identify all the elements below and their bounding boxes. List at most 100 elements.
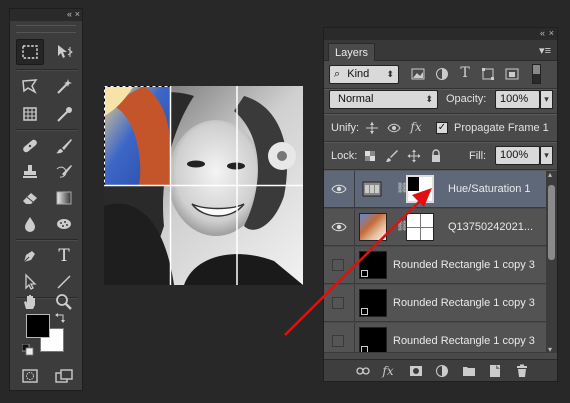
lock-label: Lock: — [331, 150, 358, 162]
magic-wand-tool[interactable] — [50, 73, 78, 99]
eraser-tool[interactable] — [16, 185, 44, 211]
mask-link-icon[interactable]: ⛓ — [396, 221, 409, 234]
clone-stamp-tool[interactable] — [16, 159, 44, 185]
add-mask-icon[interactable] — [409, 364, 423, 378]
propagate-frame-checkbox[interactable]: ✓ — [436, 122, 448, 134]
collapse-panel-icon[interactable]: « — [67, 9, 72, 19]
blend-mode-dropdown[interactable]: Normal ⬍ — [329, 90, 438, 109]
fill-label: Fill: — [469, 150, 487, 162]
opacity-input[interactable]: 100% — [495, 90, 540, 109]
dodge-tool[interactable] — [50, 211, 78, 237]
move-icon — [58, 45, 73, 58]
filter-shape-icon[interactable] — [480, 66, 496, 82]
lasso-tool[interactable] — [16, 73, 44, 99]
history-brush-tool[interactable] — [50, 159, 78, 185]
layer-name[interactable]: Q13750242021... — [448, 221, 533, 233]
lock-image-icon[interactable] — [384, 148, 400, 164]
layer-name[interactable]: Rounded Rectangle 1 copy 3 — [393, 335, 535, 347]
dropdown-arrows-icon: ⬍ — [386, 69, 394, 79]
panel-menu-icon[interactable]: ▾≡ — [539, 44, 551, 57]
layers-panel: « × Layers ▾≡ ⌕ Kind ⬍ T Normal ⬍ Opacit… — [323, 27, 558, 382]
mask-link-icon[interactable]: ⛓ — [396, 183, 409, 196]
visibility-eye-icon[interactable] — [331, 182, 347, 196]
layer-row-rounded-rectangle[interactable]: Rounded Rectangle 1 copy 3 — [324, 285, 546, 322]
unify-style-icon[interactable]: fx — [408, 119, 424, 135]
move-tool[interactable] — [50, 39, 78, 65]
tools-panel: « × T — [9, 8, 83, 391]
fx-icon[interactable]: fx — [381, 364, 395, 378]
layer-row-rounded-rectangle[interactable]: Rounded Rectangle 1 copy 3 — [324, 247, 546, 284]
filter-type-icon[interactable]: T — [457, 65, 473, 81]
new-layer-icon[interactable] — [488, 364, 502, 378]
close-panel-icon[interactable]: × — [75, 9, 80, 19]
layer-name[interactable]: Rounded Rectangle 1 copy 3 — [393, 259, 535, 271]
type-tool[interactable]: T — [50, 243, 78, 269]
eyedropper-tool[interactable] — [50, 101, 78, 127]
crop-tool[interactable] — [16, 101, 44, 127]
layer-name[interactable]: Hue/Saturation 1 — [448, 183, 531, 195]
filter-toggle-switch[interactable] — [532, 64, 541, 84]
tools-panel-header: « × — [10, 9, 82, 21]
unify-visibility-icon[interactable] — [386, 120, 402, 136]
filter-kind-label: Kind — [347, 68, 370, 80]
collapse-panel-icon[interactable]: « — [540, 28, 545, 38]
foreground-color-swatch[interactable] — [26, 314, 50, 338]
visibility-toggle-empty[interactable] — [332, 259, 344, 271]
scroll-up-icon[interactable]: ▴ — [548, 170, 552, 179]
new-group-icon[interactable] — [462, 364, 476, 378]
pen-tool[interactable] — [16, 243, 44, 269]
opacity-dropdown-button[interactable]: ▾ — [540, 90, 553, 109]
layer-mask-thumbnail[interactable] — [406, 213, 434, 241]
shape-layer-thumbnail[interactable] — [359, 327, 387, 352]
scroll-down-icon[interactable]: ▾ — [548, 345, 552, 354]
quick-mask-button[interactable] — [16, 363, 44, 389]
filter-pixel-icon[interactable] — [410, 66, 426, 82]
layer-name[interactable]: Rounded Rectangle 1 copy 3 — [393, 297, 535, 309]
eyedropper-icon — [57, 107, 72, 122]
layer-list-scrollbar[interactable]: ▴ ▾ — [546, 170, 557, 354]
unify-position-icon[interactable] — [364, 120, 380, 136]
shape-layer-thumbnail[interactable] — [359, 289, 387, 317]
default-colors-icon[interactable] — [21, 343, 34, 359]
layer-row-hue-saturation[interactable]: ⛓ Hue/Saturation 1 — [324, 171, 546, 208]
healing-brush-tool[interactable] — [16, 133, 44, 159]
layer-row-rounded-rectangle[interactable]: Rounded Rectangle 1 copy 3 — [324, 323, 546, 353]
shape-layer-thumbnail[interactable] — [359, 251, 387, 279]
filter-adjustment-icon[interactable] — [434, 66, 450, 82]
scroll-thumb[interactable] — [548, 185, 555, 260]
adjustment-layer-icon[interactable] — [435, 364, 449, 378]
link-layers-icon[interactable] — [356, 364, 370, 378]
visibility-toggle-empty[interactable] — [332, 297, 344, 309]
layer-thumbnail[interactable] — [359, 213, 387, 241]
hand-tool[interactable] — [16, 289, 44, 315]
brush-tool[interactable] — [50, 133, 78, 159]
blur-tool[interactable] — [16, 211, 44, 237]
layers-panel-header: « × — [324, 28, 557, 40]
lock-all-icon[interactable] — [428, 148, 444, 164]
close-panel-icon[interactable]: × — [549, 28, 554, 38]
trash-icon[interactable] — [515, 364, 529, 378]
filter-kind-dropdown[interactable]: ⌕ Kind ⬍ — [329, 65, 399, 84]
fill-dropdown-button[interactable]: ▾ — [540, 146, 553, 165]
tab-layers[interactable]: Layers — [328, 43, 376, 61]
layers-bottom-bar: fx — [324, 359, 557, 381]
layer-row-photo[interactable]: ⛓ Q13750242021... — [324, 209, 546, 246]
adjustment-layer-icon — [362, 180, 382, 198]
screen-mode-button[interactable] — [50, 363, 78, 389]
lock-position-icon[interactable] — [406, 148, 422, 164]
fill-value: 100% — [500, 149, 529, 161]
filter-smart-object-icon[interactable] — [504, 66, 520, 82]
history-brush-icon — [56, 165, 72, 178]
layer-mask-thumbnail[interactable] — [406, 175, 434, 203]
rectangular-marquee-tool[interactable] — [16, 39, 44, 65]
document-canvas[interactable] — [104, 86, 303, 285]
stamp-icon — [23, 165, 37, 178]
lock-transparent-icon[interactable] — [362, 148, 378, 164]
swap-colors-icon[interactable] — [55, 312, 67, 327]
panel-grip[interactable] — [16, 25, 76, 33]
fill-input[interactable]: 100% — [495, 146, 540, 165]
gradient-tool[interactable] — [50, 185, 78, 211]
visibility-eye-icon[interactable] — [331, 220, 347, 234]
visibility-toggle-empty[interactable] — [332, 335, 344, 347]
lasso-icon — [22, 79, 38, 94]
